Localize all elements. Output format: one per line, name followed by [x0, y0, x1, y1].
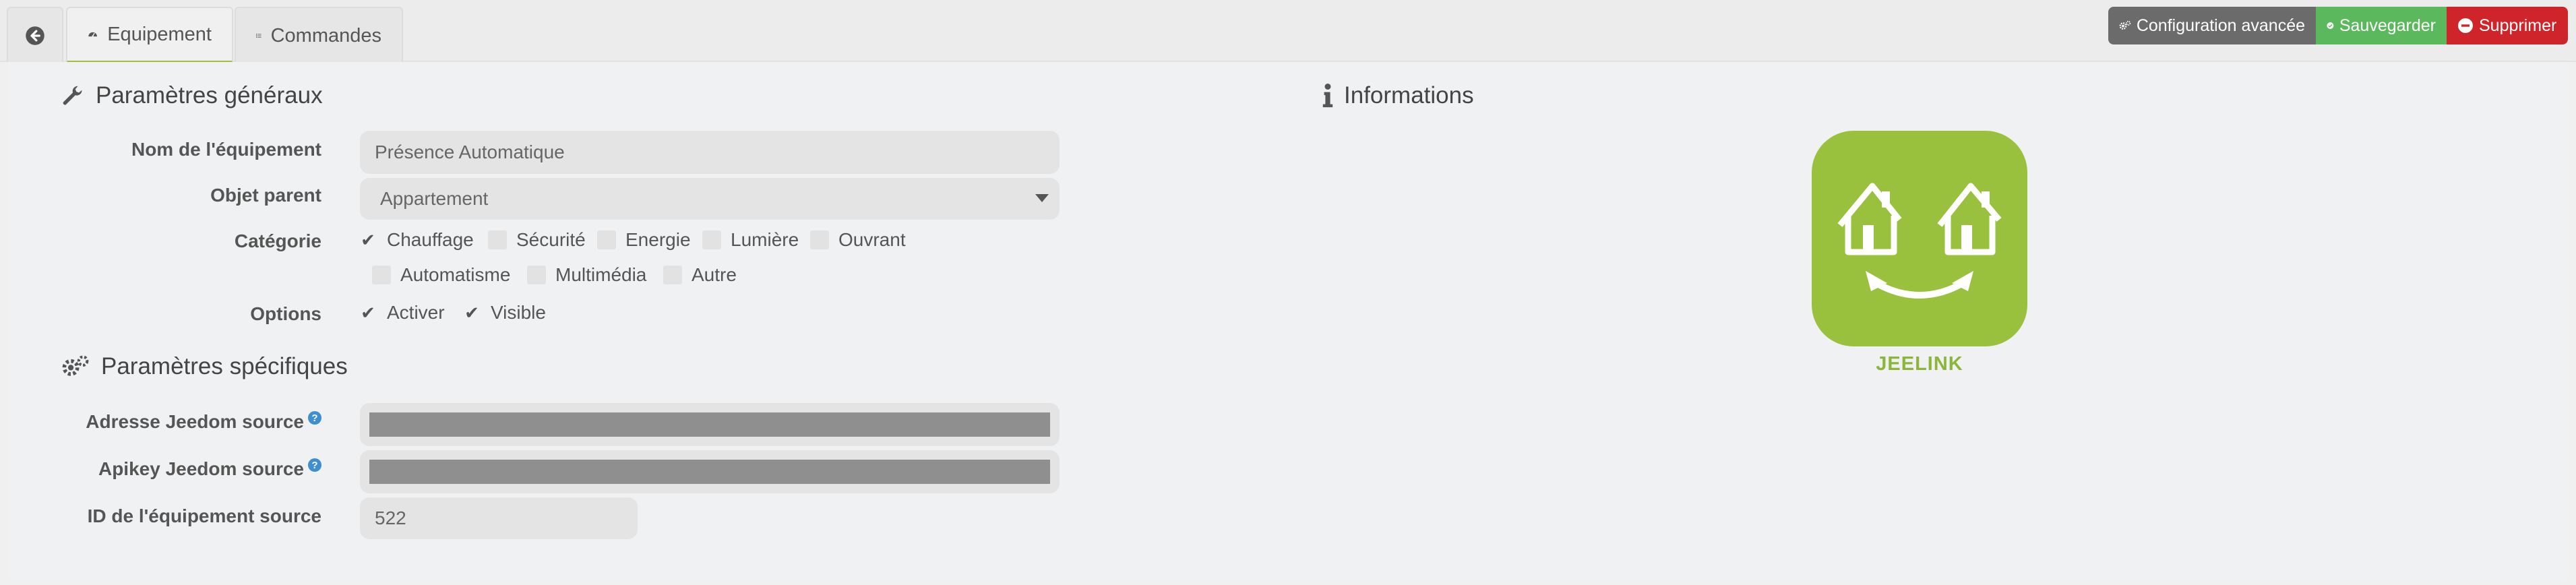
specific-section-title: Paramètres spécifiques: [61, 353, 348, 380]
minus-circle-icon: [2458, 18, 2473, 33]
specific-title-text: Paramètres spécifiques: [101, 353, 348, 379]
option-checkbox-visible[interactable]: ✔ Visible: [462, 302, 546, 324]
category-label-energie: Energie: [625, 229, 691, 250]
advanced-config-button[interactable]: Configuration avancée: [2108, 7, 2316, 44]
action-buttons: Configuration avancée Sauvegarder Suppri…: [2108, 7, 2568, 44]
checkbox-checked-icon: ✔: [464, 302, 479, 323]
caret-down-icon: [1035, 194, 1049, 202]
back-button[interactable]: [7, 7, 63, 63]
checkbox-icon: [527, 266, 546, 284]
advanced-config-label: Configuration avancée: [2136, 16, 2305, 35]
list-icon: [256, 34, 262, 38]
address-field[interactable]: [360, 403, 1060, 446]
name-field-value: Présence Automatique: [375, 142, 565, 162]
category-checkbox-multimedia[interactable]: Multimédia: [527, 264, 646, 286]
category-checkbox-ouvrant[interactable]: Ouvrant: [810, 229, 906, 251]
help-icon[interactable]: ?: [308, 411, 321, 425]
redacted-value: [369, 412, 1050, 437]
save-button[interactable]: Sauvegarder: [2316, 7, 2447, 44]
general-section-title: Paramètres généraux: [61, 82, 323, 109]
category-label-autre: Autre: [692, 264, 737, 285]
checkbox-checked-icon: ✔: [361, 302, 375, 323]
option-checkbox-activer[interactable]: ✔ Activer: [359, 302, 445, 324]
top-bar: Equipement Commandes Configuration avanc…: [0, 0, 2576, 63]
checkbox-checked-icon: ✔: [361, 229, 375, 250]
checkbox-icon: [488, 230, 507, 249]
apikey-label: Apikey Jeedom source?: [98, 458, 321, 480]
category-checkbox-securite[interactable]: Sécurité: [488, 229, 586, 251]
category-label-automatisme: Automatisme: [400, 264, 511, 285]
checkbox-icon: [663, 266, 682, 284]
category-label-multimedia: Multimédia: [555, 264, 647, 285]
category-checkbox-lumiere[interactable]: Lumière: [702, 229, 799, 251]
name-label: Nom de l'équipement: [131, 139, 321, 160]
category-label-lumiere: Lumière: [731, 229, 799, 250]
help-icon[interactable]: ?: [308, 458, 321, 472]
address-label: Adresse Jeedom source?: [86, 411, 321, 433]
apikey-field[interactable]: [360, 450, 1060, 493]
wrench-icon: [63, 86, 82, 105]
option-label-activer: Activer: [387, 302, 445, 323]
category-label-securite: Sécurité: [516, 229, 586, 250]
redacted-value: [369, 460, 1050, 484]
arrow-circle-left-icon: [26, 26, 44, 45]
check-circle-icon: [2327, 22, 2334, 29]
source-id-field[interactable]: 522: [360, 497, 638, 539]
parent-select[interactable]: Appartement: [360, 178, 1060, 220]
delete-button[interactable]: Supprimer: [2447, 7, 2568, 44]
option-label-visible: Visible: [491, 302, 546, 323]
address-label-text: Adresse Jeedom source: [86, 411, 304, 432]
category-checkbox-energie[interactable]: Energie: [597, 229, 691, 251]
category-label: Catégorie: [234, 230, 321, 251]
delete-label: Supprimer: [2479, 16, 2557, 35]
jeelink-houses-icon: [1837, 183, 2002, 299]
info-section-title: Informations: [1322, 82, 1474, 109]
checkbox-icon: [372, 266, 391, 284]
checkbox-icon: [597, 230, 616, 249]
info-title-text: Informations: [1344, 82, 1474, 109]
tab-commandes[interactable]: Commandes: [235, 7, 403, 63]
general-title-text: Paramètres généraux: [96, 82, 323, 109]
apikey-label-text: Apikey Jeedom source: [98, 458, 304, 479]
save-label: Sauvegarder: [2339, 16, 2436, 35]
cogs-icon: [2119, 20, 2131, 30]
checkbox-icon: [702, 230, 721, 249]
jeelink-logo: [1812, 131, 2027, 346]
tab-equipement[interactable]: Equipement: [66, 7, 233, 63]
tachometer-icon: [88, 32, 97, 37]
parent-select-value: Appartement: [380, 188, 489, 209]
name-field[interactable]: Présence Automatique: [360, 131, 1060, 174]
category-label-ouvrant: Ouvrant: [838, 229, 906, 250]
tab-commandes-label: Commandes: [270, 24, 381, 47]
category-checkbox-automatisme[interactable]: Automatisme: [372, 264, 510, 286]
tab-equipement-label: Equipement: [107, 23, 212, 45]
info-icon: [1322, 84, 1333, 108]
parent-label: Objet parent: [210, 185, 321, 206]
logo-caption: JEELINK: [1876, 353, 1963, 375]
options-label: Options: [250, 303, 321, 324]
source-id-value: 522: [375, 507, 406, 528]
category-checkbox-chauffage[interactable]: ✔ Chauffage: [359, 229, 474, 251]
checkbox-icon: [810, 230, 829, 249]
category-label-chauffage: Chauffage: [387, 229, 474, 250]
source-id-label: ID de l'équipement source: [87, 505, 321, 526]
cogs-icon: [62, 355, 89, 376]
category-checkbox-autre[interactable]: Autre: [663, 264, 737, 286]
